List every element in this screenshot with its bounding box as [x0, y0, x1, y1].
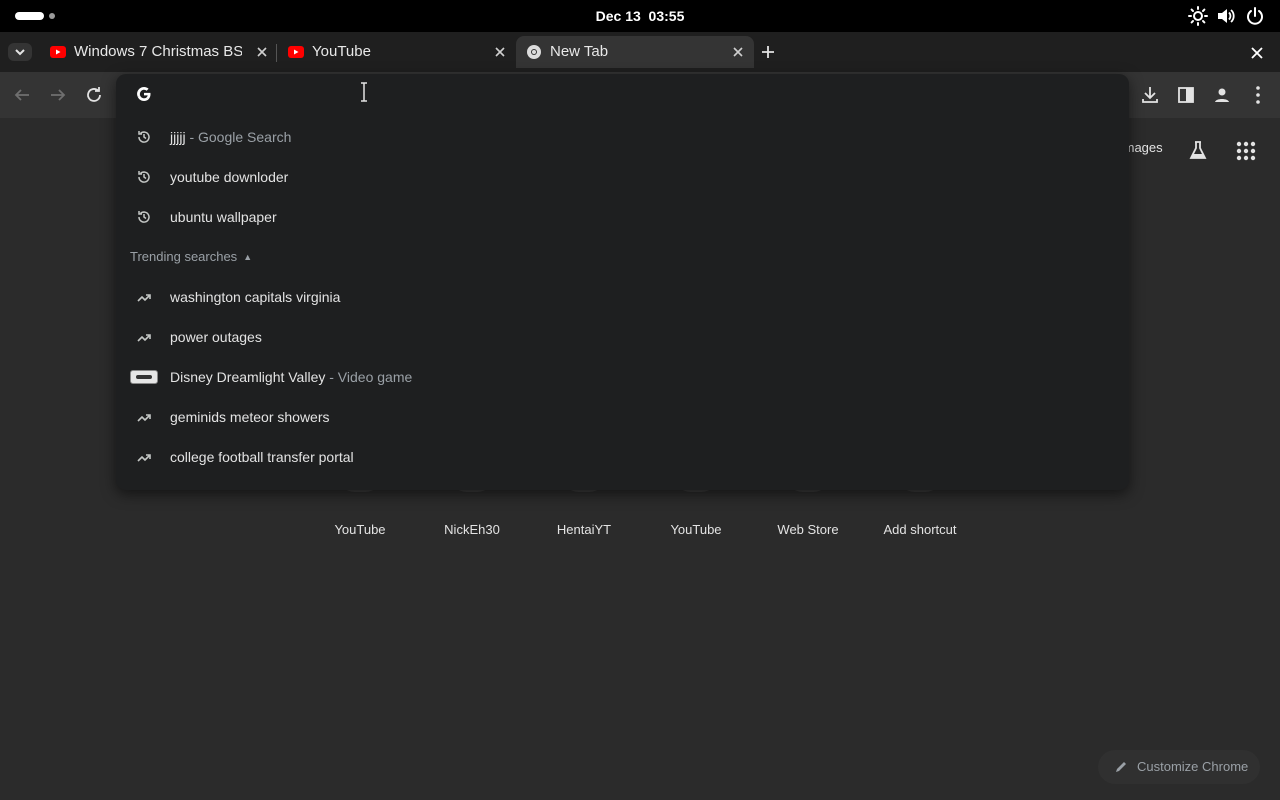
shortcut-label: YouTube — [670, 522, 722, 537]
suggestion-trending[interactable]: college football transfer portal — [116, 437, 1129, 477]
close-tab-icon[interactable] — [730, 44, 746, 60]
volume-icon[interactable] — [1216, 6, 1236, 26]
suggestion-text: washington capitals virginia — [170, 289, 341, 305]
suggestion-trending[interactable]: washington capitals virginia — [116, 277, 1129, 317]
apps-grid-icon[interactable] — [1234, 139, 1258, 163]
pencil-icon — [1116, 762, 1126, 772]
tab-new-tab[interactable]: New Tab — [516, 36, 754, 68]
suggestion-trending[interactable]: Disney Dreamlight Valley - Video game — [116, 357, 1129, 397]
trending-icon — [137, 334, 151, 342]
suggestion-text: geminids meteor showers — [170, 409, 330, 425]
google-g-icon — [137, 87, 151, 101]
caret-up-icon: ▲ — [243, 252, 253, 262]
shortcut-label: Web Store — [777, 522, 839, 537]
trending-icon — [137, 454, 151, 462]
suggestion-text: college football transfer portal — [170, 449, 354, 465]
tab-title: New Tab — [550, 43, 609, 60]
tab-strip: Windows 7 Christmas BSOD YouTube New Tab — [0, 32, 1280, 72]
suggestion-text: ubuntu wallpaper — [170, 209, 277, 225]
tab-separator — [276, 44, 277, 62]
shortcut-label: HentaiYT — [556, 522, 612, 537]
download-icon[interactable] — [1138, 83, 1162, 107]
history-icon — [138, 211, 150, 223]
omnibox-dropdown: jjjjj - Google Search youtube downloder … — [116, 74, 1129, 490]
suggestion-history[interactable]: ubuntu wallpaper — [116, 197, 1129, 237]
text-cursor-icon — [361, 82, 367, 102]
address-bar-input[interactable] — [162, 80, 1102, 108]
profile-icon[interactable] — [1210, 83, 1234, 107]
thumbnail-image — [130, 370, 158, 384]
suggestion-text: Disney Dreamlight Valley - Video game — [170, 369, 413, 385]
suggestion-history[interactable]: youtube downloder — [116, 157, 1129, 197]
system-top-bar: Dec 13 03:55 — [0, 0, 1280, 32]
close-window-icon[interactable] — [1248, 44, 1266, 62]
history-icon — [138, 131, 150, 143]
suggestion-text: power outages — [170, 329, 262, 345]
side-panel-icon[interactable] — [1174, 83, 1198, 107]
suggestion-trending[interactable]: power outages — [116, 317, 1129, 357]
system-clock[interactable]: Dec 13 03:55 — [540, 0, 740, 32]
brightness-icon[interactable] — [1188, 6, 1208, 26]
back-arrow-icon[interactable] — [10, 83, 34, 107]
trending-searches-header[interactable]: Trending searches ▲ — [130, 237, 252, 277]
customize-label: Customize Chrome — [1137, 759, 1249, 774]
close-tab-icon[interactable] — [492, 44, 508, 60]
new-tab-plus-icon[interactable] — [758, 42, 778, 62]
shortcut-label: NickEh30 — [444, 522, 500, 537]
forward-arrow-icon[interactable] — [46, 83, 70, 107]
shortcut-label: YouTube — [334, 522, 386, 537]
menu-kebab-icon[interactable] — [1246, 83, 1270, 107]
youtube-icon — [50, 46, 66, 58]
chrome-icon — [527, 45, 541, 59]
tab-youtube[interactable]: YouTube — [278, 36, 516, 68]
youtube-icon — [288, 46, 304, 58]
shortcut-label: Add shortcut — [883, 522, 957, 537]
trending-header-label: Trending searches — [130, 249, 238, 264]
customize-chrome-button[interactable]: Customize Chrome — [1098, 750, 1260, 784]
labs-flask-icon[interactable] — [1186, 139, 1210, 163]
trending-icon — [137, 414, 151, 422]
history-icon — [138, 171, 150, 183]
suggestion-text: jjjjj - Google Search — [170, 129, 292, 145]
tab-title: Windows 7 Christmas BSOD — [74, 43, 242, 60]
close-tab-icon[interactable] — [254, 44, 270, 60]
suggestion-history[interactable]: jjjjj - Google Search — [116, 117, 1129, 157]
trending-icon — [137, 294, 151, 302]
tab-title: YouTube — [312, 43, 371, 60]
tab-windows-7-christmas[interactable]: Windows 7 Christmas BSOD — [40, 36, 278, 68]
suggestion-trending[interactable]: geminids meteor showers — [116, 397, 1129, 437]
workspace-dot — [49, 13, 55, 19]
tab-search-chevron-icon[interactable] — [8, 43, 32, 61]
workspace-pill — [15, 12, 44, 20]
suggestion-text: youtube downloder — [170, 169, 289, 185]
power-icon[interactable] — [1245, 6, 1265, 26]
reload-icon[interactable] — [82, 83, 106, 107]
